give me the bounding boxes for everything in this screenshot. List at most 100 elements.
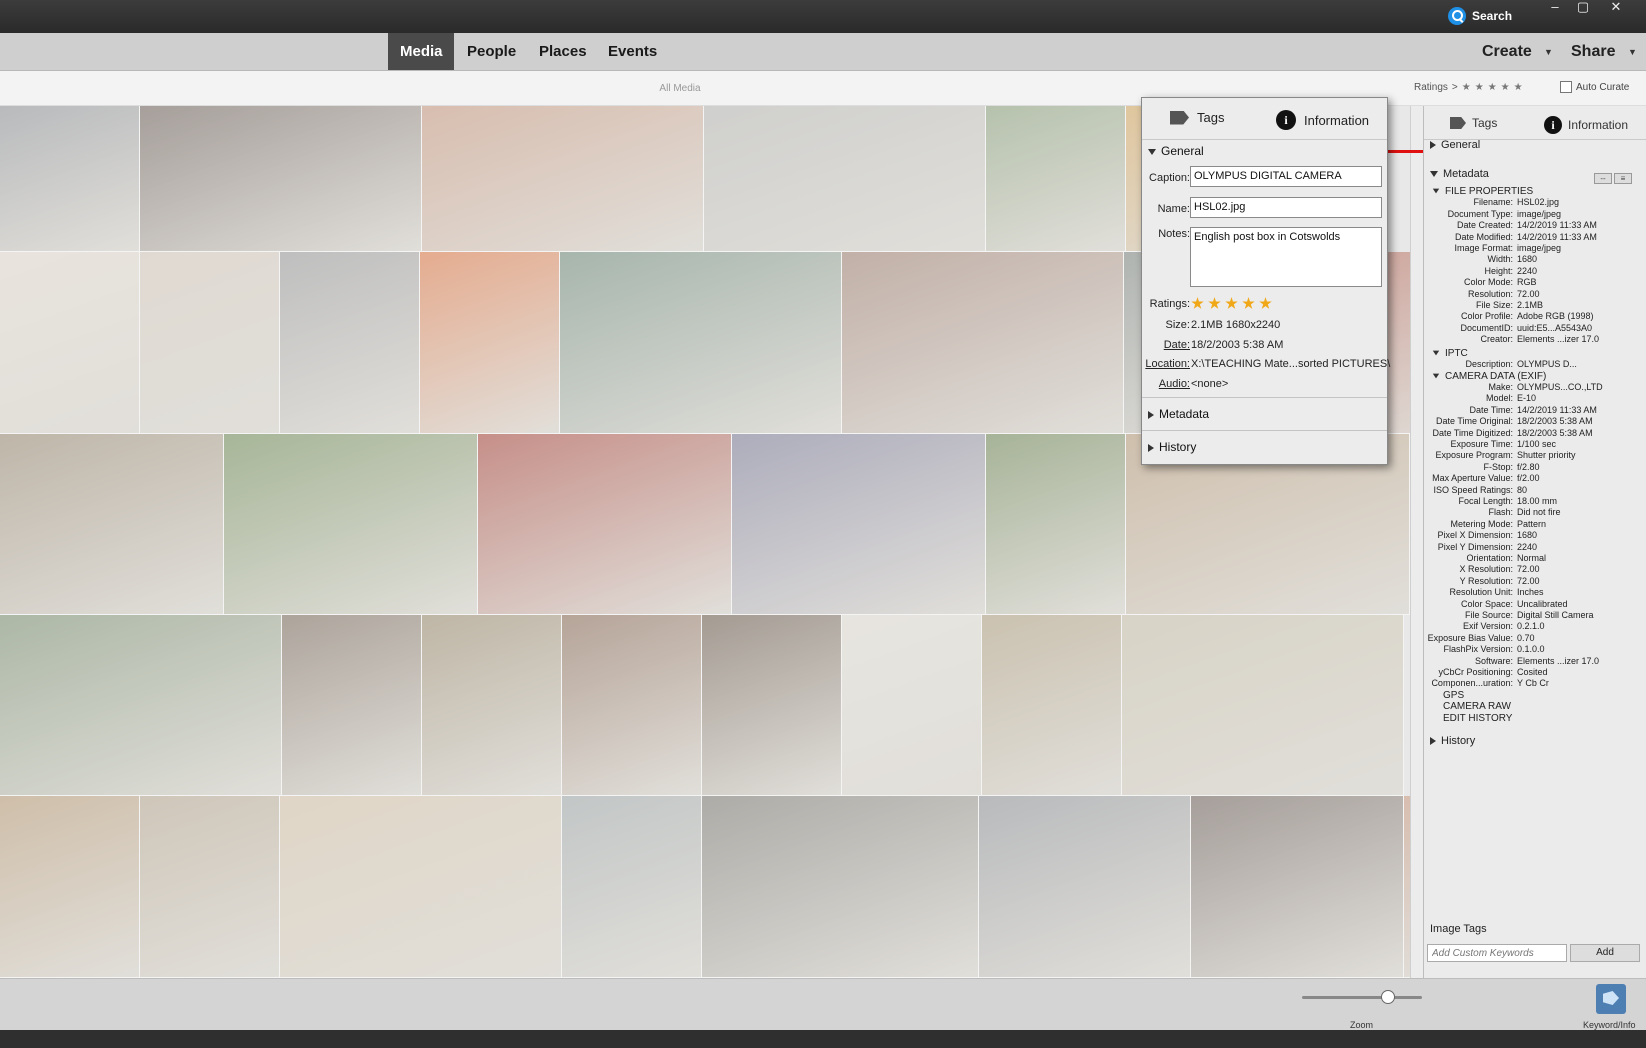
star-icon[interactable]: ★ [1475, 82, 1484, 93]
photo-thumbnail[interactable] [282, 615, 422, 796]
metadata-section-camera-raw[interactable]: CAMERA RAW [1424, 701, 1646, 712]
photo-thumbnail[interactable] [1122, 615, 1404, 796]
star-icon[interactable]: ★ [1514, 82, 1523, 93]
star-icon[interactable] [1191, 297, 1204, 309]
ratings-filter-label: Ratings [1414, 82, 1448, 93]
metadata-section-edit-history[interactable]: EDIT HISTORY [1424, 713, 1646, 724]
tab-people[interactable]: People [455, 33, 528, 70]
panel-history-section[interactable]: History [1430, 735, 1475, 747]
auto-curate-toggle[interactable]: Auto Curate [1560, 81, 1629, 93]
popup-history-section[interactable]: History [1148, 440, 1196, 454]
name-input[interactable]: HSL02.jpg [1190, 197, 1382, 218]
star-icon[interactable]: ★ [1501, 82, 1510, 93]
file-properties-section[interactable]: FILE PROPERTIES [1424, 186, 1646, 197]
minimize-button[interactable]: ‒ [1542, 0, 1568, 16]
photo-thumbnail[interactable] [420, 252, 560, 434]
brief-view-button[interactable]: -- [1594, 173, 1612, 184]
grid-scrollbar[interactable] [1410, 106, 1423, 978]
tab-places[interactable]: Places [527, 33, 599, 70]
photo-thumbnail[interactable] [0, 615, 282, 796]
metadata-key: Document Type: [1447, 208, 1513, 219]
metadata-row: Date Modified: 14/2/2019 11:33 AM [1424, 232, 1646, 243]
photo-thumbnail[interactable] [702, 615, 842, 796]
notes-textarea[interactable]: English post box in Cotswolds [1190, 227, 1382, 287]
panel-tab-tags[interactable]: Tags [1450, 116, 1497, 130]
photo-thumbnail[interactable] [140, 796, 280, 978]
photo-thumbnail[interactable] [982, 615, 1122, 796]
audio-link[interactable]: Audio: [1159, 378, 1190, 390]
photo-thumbnail[interactable] [842, 615, 982, 796]
ratings-operator[interactable]: > [1452, 82, 1458, 93]
photo-thumbnail[interactable] [560, 252, 842, 434]
photo-thumbnail[interactable] [280, 252, 420, 434]
chevron-down-icon [1432, 373, 1440, 379]
metadata-row: Creator: Elements ...izer 17.0 [1424, 334, 1646, 345]
star-icon[interactable] [1259, 297, 1272, 309]
metadata-value: Cosited [1517, 667, 1548, 678]
custom-keyword-input[interactable] [1427, 944, 1567, 962]
create-chevron-down-icon[interactable]: ▼ [1544, 47, 1553, 57]
metadata-row: Model: E-10 [1424, 393, 1646, 404]
popup-general-section[interactable]: General [1148, 144, 1204, 158]
photo-thumbnail[interactable] [478, 434, 732, 615]
photo-thumbnail[interactable] [0, 252, 140, 434]
rating-stars[interactable] [1191, 297, 1272, 310]
tab-media[interactable]: Media [388, 33, 454, 70]
photo-thumbnail[interactable] [986, 106, 1126, 252]
panel-tab-information[interactable]: i Information [1544, 116, 1628, 134]
tab-events[interactable]: Events [596, 33, 669, 70]
caption-input[interactable]: OLYMPUS DIGITAL CAMERA [1190, 166, 1382, 187]
photo-thumbnail[interactable] [224, 434, 478, 615]
photo-thumbnail[interactable] [0, 106, 140, 252]
photo-thumbnail[interactable] [979, 796, 1191, 978]
photo-thumbnail[interactable] [842, 252, 1124, 434]
metadata-section-gps[interactable]: GPS [1424, 690, 1646, 701]
photo-thumbnail[interactable] [140, 252, 280, 434]
popup-tab-information[interactable]: i Information [1276, 110, 1369, 130]
metadata-key: Filename: [1473, 197, 1513, 208]
photo-thumbnail[interactable] [702, 796, 979, 978]
ratings-filter[interactable]: Ratings > ★ ★ ★ ★ ★ [1414, 82, 1523, 93]
star-icon[interactable]: ★ [1488, 82, 1497, 93]
camera-data-section[interactable]: CAMERA DATA (EXIF) [1424, 371, 1646, 382]
photo-thumbnail[interactable] [704, 106, 986, 252]
photo-thumbnail[interactable] [280, 796, 562, 978]
photo-thumbnail[interactable] [562, 615, 702, 796]
metadata-value: Y Cb Cr [1517, 678, 1549, 689]
photo-thumbnail[interactable] [732, 434, 986, 615]
star-icon[interactable] [1242, 297, 1255, 309]
share-menu[interactable]: Share [1571, 33, 1615, 70]
keyword-info-button[interactable] [1596, 984, 1626, 1014]
info-icon: i [1276, 110, 1296, 130]
add-keyword-button[interactable]: Add [1570, 944, 1640, 962]
panel-metadata-section[interactable]: Metadata [1430, 168, 1489, 180]
star-icon[interactable] [1225, 297, 1238, 309]
maximize-button[interactable]: ▢ [1570, 0, 1596, 16]
photo-thumbnail[interactable] [986, 434, 1126, 615]
photo-thumbnail[interactable] [140, 106, 422, 252]
panel-general-section[interactable]: General [1430, 139, 1480, 151]
search-button[interactable]: Search [1448, 6, 1512, 26]
auto-curate-checkbox[interactable] [1560, 81, 1572, 93]
photo-thumbnail[interactable] [0, 796, 140, 978]
close-button[interactable]: ✕ [1603, 0, 1629, 16]
photo-thumbnail[interactable] [422, 615, 562, 796]
complete-view-button[interactable]: ≡ [1614, 173, 1632, 184]
star-icon[interactable]: ★ [1462, 82, 1471, 93]
photo-thumbnail[interactable] [0, 434, 224, 615]
popup-tab-tags[interactable]: Tags [1170, 110, 1224, 125]
photo-thumbnail[interactable] [422, 106, 704, 252]
create-menu[interactable]: Create [1482, 33, 1532, 70]
zoom-slider-track[interactable] [1302, 996, 1422, 999]
panel-tab-information-label: Information [1568, 118, 1629, 132]
photo-thumbnail[interactable] [1191, 796, 1404, 978]
photo-thumbnail[interactable] [562, 796, 702, 978]
date-link[interactable]: Date: [1164, 339, 1190, 351]
zoom-slider-handle[interactable] [1381, 990, 1396, 1004]
share-chevron-down-icon[interactable]: ▼ [1628, 47, 1637, 57]
popup-metadata-section[interactable]: Metadata [1148, 407, 1209, 421]
iptc-section[interactable]: IPTC [1424, 348, 1646, 359]
location-link[interactable]: Location: [1145, 358, 1190, 370]
metadata-row: Color Space: Uncalibrated [1424, 599, 1646, 610]
star-icon[interactable] [1208, 297, 1221, 309]
